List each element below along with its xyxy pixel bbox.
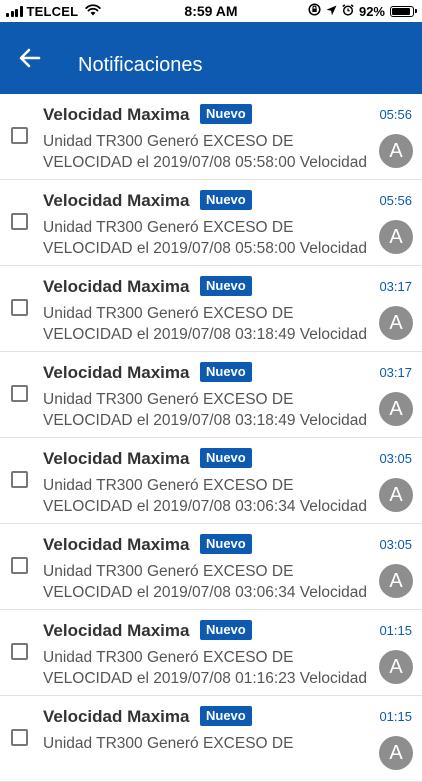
new-badge: Nuevo [200,706,252,726]
new-badge: Nuevo [200,448,252,468]
notification-item[interactable]: Velocidad Maxima Nuevo 01:15 Unidad TR30… [0,696,422,782]
message-line-1: Unidad TR300 Generó EXCESO DE [43,305,294,322]
notification-item[interactable]: Velocidad Maxima Nuevo 03:05 Unidad TR30… [0,438,422,524]
avatar: A [379,306,413,340]
notification-item[interactable]: Velocidad Maxima Nuevo 05:56 Unidad TR30… [0,94,422,180]
new-badge: Nuevo [200,104,252,124]
new-badge: Nuevo [200,190,252,210]
message-line-2: VELOCIDAD el 2019/07/08 05:58:00 Velocid… [43,240,368,257]
notification-item[interactable]: Velocidad Maxima Nuevo 05:56 Unidad TR30… [0,180,422,266]
notification-message: Unidad TR300 Generó EXCESO DE [43,733,377,754]
message-line-1: Unidad TR300 Generó EXCESO DE [43,219,294,236]
select-checkbox[interactable] [11,729,28,746]
notification-message: Unidad TR300 Generó EXCESO DE VELOCIDAD … [43,475,377,517]
battery-percent: 92% [358,3,385,19]
notification-item[interactable]: Velocidad Maxima Nuevo 03:05 Unidad TR30… [0,524,422,610]
arrow-left-icon [19,48,41,68]
notification-title: Velocidad Maxima [43,191,190,210]
select-checkbox[interactable] [11,299,28,316]
page-title: Notificaciones [78,54,203,76]
status-right: 92% [308,3,417,19]
notification-title: Velocidad Maxima [43,449,190,468]
notification-time: 05:56 [379,107,412,122]
new-badge: Nuevo [200,620,252,640]
avatar: A [379,736,413,770]
notification-message: Unidad TR300 Generó EXCESO DE VELOCIDAD … [43,303,377,345]
notification-item[interactable]: Velocidad Maxima Nuevo 03:17 Unidad TR30… [0,352,422,438]
message-line-1: Unidad TR300 Generó EXCESO DE [43,563,294,580]
notification-time: 03:17 [379,365,412,380]
notification-time: 03:05 [379,451,412,466]
notification-time: 01:15 [379,709,412,724]
notification-title: Velocidad Maxima [43,535,190,554]
notification-title: Velocidad Maxima [43,363,190,382]
alarm-icon [342,3,354,19]
message-line-2: VELOCIDAD el 2019/07/08 03:18:49 Velocid… [43,412,368,429]
notification-title: Velocidad Maxima [43,707,190,726]
notification-title: Velocidad Maxima [43,621,190,640]
avatar: A [379,392,413,426]
message-line-1: Unidad TR300 Generó EXCESO DE [43,735,294,752]
status-bar: TELCEL 8:59 AM 92% [0,0,422,22]
select-checkbox[interactable] [11,557,28,574]
message-line-2: VELOCIDAD el 2019/07/08 05:58:00 Velocid… [43,154,368,171]
notification-time: 03:05 [379,537,412,552]
notification-time: 05:56 [379,193,412,208]
notification-list: Velocidad Maxima Nuevo 05:56 Unidad TR30… [0,94,422,782]
orientation-lock-icon [308,3,321,19]
message-line-1: Unidad TR300 Generó EXCESO DE [43,477,294,494]
message-line-2: VELOCIDAD el 2019/07/08 03:06:34 Velocid… [43,498,368,515]
app-bar: Notificaciones [0,22,422,94]
select-checkbox[interactable] [11,127,28,144]
select-checkbox[interactable] [11,213,28,230]
notification-message: Unidad TR300 Generó EXCESO DE VELOCIDAD … [43,647,377,689]
select-checkbox[interactable] [11,385,28,402]
notification-title: Velocidad Maxima [43,105,190,124]
message-line-2: VELOCIDAD el 2019/07/08 01:16:23 Velocid… [43,670,368,687]
notification-item[interactable]: Velocidad Maxima Nuevo 01:15 Unidad TR30… [0,610,422,696]
select-checkbox[interactable] [11,471,28,488]
avatar: A [379,564,413,598]
notification-message: Unidad TR300 Generó EXCESO DE VELOCIDAD … [43,561,377,603]
message-line-2: VELOCIDAD el 2019/07/08 03:18:49 Velocid… [43,326,368,343]
select-checkbox[interactable] [11,643,28,660]
notification-message: Unidad TR300 Generó EXCESO DE VELOCIDAD … [43,217,377,259]
notification-message: Unidad TR300 Generó EXCESO DE VELOCIDAD … [43,389,377,431]
location-icon [326,4,337,19]
message-line-2: VELOCIDAD el 2019/07/08 03:06:34 Velocid… [43,584,368,601]
avatar: A [379,478,413,512]
back-button[interactable] [16,44,48,72]
avatar: A [379,220,413,254]
avatar: A [379,134,413,168]
notification-time: 03:17 [379,279,412,294]
message-line-1: Unidad TR300 Generó EXCESO DE [43,649,294,666]
avatar: A [379,650,413,684]
new-badge: Nuevo [200,534,252,554]
notification-time: 01:15 [379,623,412,638]
new-badge: Nuevo [200,362,252,382]
notification-item[interactable]: Velocidad Maxima Nuevo 03:17 Unidad TR30… [0,266,422,352]
battery-icon [390,5,417,17]
new-badge: Nuevo [200,276,252,296]
notification-message: Unidad TR300 Generó EXCESO DE VELOCIDAD … [43,131,377,173]
notification-title: Velocidad Maxima [43,277,190,296]
message-line-1: Unidad TR300 Generó EXCESO DE [43,391,294,408]
message-line-1: Unidad TR300 Generó EXCESO DE [43,133,294,150]
